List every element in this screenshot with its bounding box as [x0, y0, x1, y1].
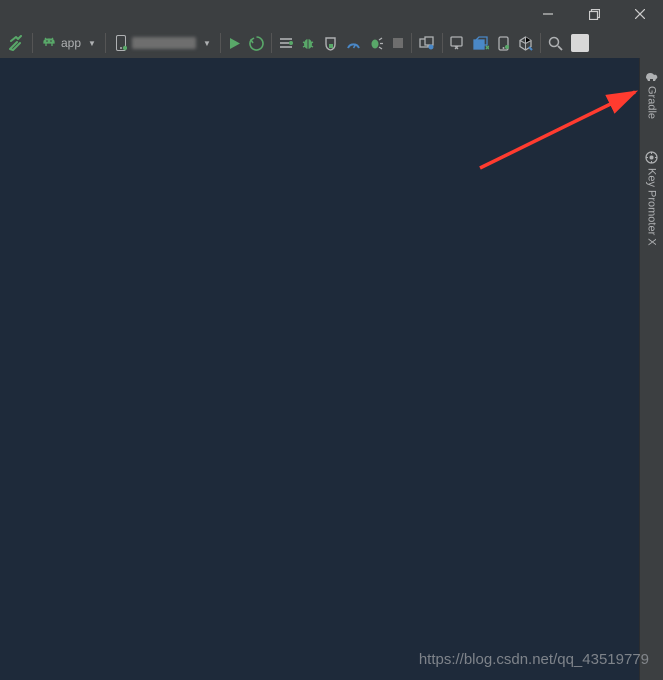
close-button[interactable] [617, 0, 663, 28]
separator [220, 33, 221, 53]
build-button[interactable] [4, 30, 29, 56]
minimize-button[interactable] [525, 0, 571, 28]
maximize-button[interactable] [571, 0, 617, 28]
device-selector[interactable]: ▼ [109, 31, 217, 55]
right-tool-bar: Gradle Key Promoter X [639, 58, 663, 680]
chevron-down-icon: ▼ [203, 39, 211, 48]
run-config-selector[interactable]: app ▼ [36, 31, 102, 55]
separator [32, 33, 33, 53]
stop-button[interactable] [388, 30, 408, 56]
run-button[interactable] [224, 30, 245, 56]
activity-button[interactable] [275, 30, 297, 56]
separator [271, 33, 272, 53]
key-icon [645, 151, 658, 164]
coverage-button[interactable] [319, 30, 342, 56]
apply-changes-button[interactable] [245, 30, 268, 56]
android-icon [42, 36, 56, 50]
separator [540, 33, 541, 53]
separator [105, 33, 106, 53]
user-button[interactable] [567, 30, 593, 56]
debug-button[interactable] [297, 30, 319, 56]
config-label: app [61, 36, 81, 50]
gradle-tool-tab[interactable]: Gradle [645, 64, 659, 125]
watermark-text: https://blog.csdn.net/qq_43519779 [419, 651, 649, 668]
editor-area [0, 58, 639, 680]
separator [411, 33, 412, 53]
search-button[interactable] [544, 30, 567, 56]
layout-inspector-button[interactable] [493, 30, 514, 56]
sdk-manager-button[interactable] [469, 30, 493, 56]
tool-tab-label: Key Promoter X [646, 168, 658, 246]
tool-tab-label: Gradle [646, 86, 658, 119]
sync-button[interactable] [415, 30, 439, 56]
separator [442, 33, 443, 53]
main-toolbar: app ▼ ▼ [0, 28, 663, 58]
elephant-icon [645, 70, 659, 82]
chevron-down-icon: ▼ [88, 39, 96, 48]
phone-icon [115, 35, 127, 51]
key-promoter-tool-tab[interactable]: Key Promoter X [645, 145, 658, 252]
profile-button[interactable] [342, 30, 365, 56]
attach-debugger-button[interactable] [365, 30, 388, 56]
titlebar [0, 0, 663, 28]
resource-manager-button[interactable] [514, 30, 537, 56]
avd-manager-button[interactable] [446, 30, 469, 56]
device-label [132, 37, 196, 49]
